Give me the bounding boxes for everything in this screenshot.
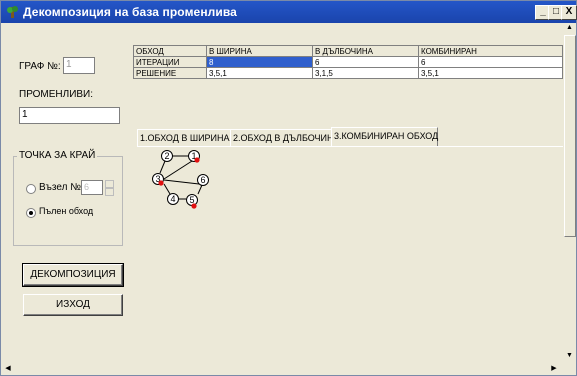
- table-row: ИТЕРАЦИИ 8 6 6: [133, 56, 563, 68]
- scroll-left-icon[interactable]: ◀: [3, 364, 13, 373]
- table-cell: ИТЕРАЦИИ: [133, 56, 207, 68]
- table-cell[interactable]: 3,1,5: [312, 67, 419, 79]
- graph-node-6: 6: [197, 174, 209, 186]
- spin-down-button[interactable]: [105, 188, 114, 196]
- graph-canvas: 2 1 3 6 4 5: [137, 146, 570, 363]
- exit-button[interactable]: ИЗХОД: [23, 294, 123, 316]
- node-radio[interactable]: [26, 184, 36, 194]
- table-row: РЕШЕНИЕ 3,5,1 3,1,5 3,5,1: [133, 67, 563, 79]
- variables-label: ПРОМЕНЛИВИ:: [19, 89, 94, 100]
- close-button[interactable]: X: [561, 5, 577, 20]
- scroll-right-icon[interactable]: ▶: [549, 364, 559, 373]
- table-cell[interactable]: 3,5,1: [418, 67, 563, 79]
- graph-node-1: 1: [188, 150, 200, 163]
- goal-marker: [158, 180, 164, 186]
- variables-input[interactable]: 1: [19, 107, 120, 124]
- graph-edge: [163, 179, 200, 185]
- table-header-cell: В ДЪЛБОЧИНА: [312, 45, 419, 57]
- goal-marker: [194, 157, 200, 163]
- full-traversal-radio[interactable]: [26, 208, 36, 218]
- main-window: Декомпозиция на база променлива _ □ X ГР…: [0, 0, 577, 376]
- graph-number-input[interactable]: 1: [63, 57, 95, 74]
- table-cell[interactable]: 6: [418, 56, 563, 68]
- graph-node-label: 4: [170, 194, 175, 204]
- goal-marker: [191, 203, 197, 209]
- endpoint-group-title: ТОЧКА ЗА КРАЙ: [17, 150, 98, 161]
- table-header-cell: ОБХОД: [133, 45, 207, 57]
- graph-edge: [197, 184, 203, 195]
- spin-up-button[interactable]: [105, 180, 114, 188]
- graph-node-5: 5: [186, 194, 198, 209]
- graph-node-4: 4: [167, 193, 179, 205]
- node-number-input[interactable]: 6: [81, 180, 103, 195]
- decompose-button[interactable]: ДЕКОМПОЗИЦИЯ: [22, 263, 124, 287]
- node-radio-label: Възел №:: [39, 182, 84, 193]
- results-table: ОБХОД В ШИРИНА В ДЪЛБОЧИНА КОМБИНИРАН ИТ…: [133, 45, 563, 79]
- scroll-up-icon[interactable]: ▲: [563, 23, 576, 34]
- table-cell: РЕШЕНИЕ: [133, 67, 207, 79]
- tab-depth-first[interactable]: 2.ОБХОД В ДЪЛБОЧИНА: [230, 129, 340, 146]
- vertical-scrollbar[interactable]: ▲ ▼: [563, 23, 576, 363]
- graph-node-3: 3: [152, 173, 164, 186]
- graph-node-label: 2: [164, 151, 169, 161]
- title-bar: Декомпозиция на база променлива _ □ X: [1, 1, 577, 23]
- scroll-thumb[interactable]: [564, 35, 576, 237]
- graph-edge: [159, 160, 166, 174]
- window-title: Декомпозиция на база променлива: [23, 5, 237, 19]
- scroll-down-icon[interactable]: ▼: [563, 351, 576, 362]
- table-header-cell: КОМБИНИРАН: [418, 45, 563, 57]
- horizontal-scrollbar[interactable]: ◀ ▶: [1, 363, 576, 375]
- table-cell[interactable]: 3,5,1: [206, 67, 313, 79]
- table-cell[interactable]: 6: [312, 56, 419, 68]
- endpoint-groupbox: [13, 156, 123, 246]
- graph-diagram: 2 1 3 6 4 5: [152, 150, 209, 209]
- app-icon: [7, 6, 18, 18]
- graph-node-label: 6: [200, 175, 205, 185]
- graph-number-label: ГРАФ №:: [19, 61, 61, 72]
- table-cell-selected[interactable]: 8: [206, 56, 313, 68]
- full-traversal-label: Пълен обход: [39, 206, 94, 216]
- tab-breadth-first[interactable]: 1.ОБХОД В ШИРИНА: [137, 129, 233, 146]
- table-header-row: ОБХОД В ШИРИНА В ДЪЛБОЧИНА КОМБИНИРАН: [133, 45, 563, 57]
- graph-node-2: 2: [161, 150, 173, 162]
- left-panel: ГРАФ №: 1 ПРОМЕНЛИВИ: 1 ТОЧКА ЗА КРАЙ Въ…: [1, 23, 132, 363]
- graph-edge: [163, 160, 193, 180]
- tab-combined[interactable]: 3.КОМБИНИРАН ОБХОД: [331, 127, 438, 146]
- graph-edge: [163, 183, 171, 195]
- table-header-cell: В ШИРИНА: [206, 45, 313, 57]
